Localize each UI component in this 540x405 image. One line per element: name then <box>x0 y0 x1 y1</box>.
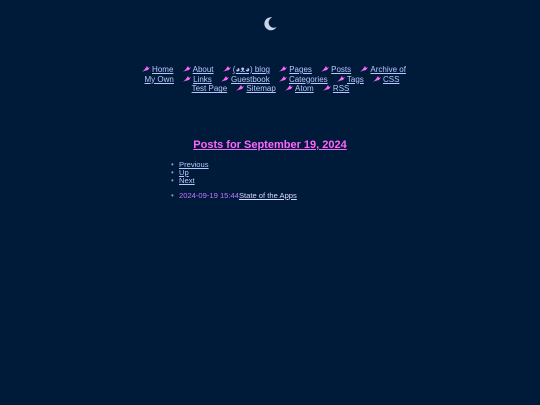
bird-icon <box>321 66 330 72</box>
bird-icon <box>142 66 151 72</box>
bird-icon <box>279 66 288 72</box>
nav-item-about[interactable]: About <box>182 65 214 74</box>
nav-label: Guestbook <box>231 74 270 84</box>
nav-item-guestbook[interactable]: Guestbook <box>220 75 270 84</box>
bird-icon <box>222 66 231 72</box>
nav-item-links[interactable]: Links <box>182 75 212 84</box>
bird-icon <box>221 75 230 82</box>
post-timestamp: 2024-09-19 15:44 <box>179 191 239 200</box>
next-link[interactable]: Next <box>179 176 195 185</box>
nav-item-posts[interactable]: Posts <box>320 65 351 74</box>
nav-label: RSS <box>332 84 350 94</box>
nav-label: Posts <box>331 65 352 74</box>
bird-icon <box>236 85 245 92</box>
nav-label: About <box>192 65 214 74</box>
nav-item-home[interactable]: Home <box>141 65 173 74</box>
bird-icon <box>373 75 382 82</box>
post-link[interactable]: State of the Apps <box>239 191 297 200</box>
list-item: Next <box>171 176 209 186</box>
nav-item-sitemap[interactable]: Sitemap <box>235 84 276 94</box>
page-title[interactable]: Posts for September 19, 2024 <box>0 139 540 151</box>
nav-label: Links <box>193 74 212 84</box>
nav-label: Home <box>152 65 174 74</box>
crescent-moon-icon <box>264 17 277 31</box>
post-list: 2024-09-19 15:44State of the Apps <box>171 191 297 201</box>
nav-label: Categories <box>288 74 328 84</box>
bird-icon <box>182 66 191 72</box>
nav-label: Atom <box>295 84 314 94</box>
nav-label: Sitemap <box>246 84 276 94</box>
list-item: Previous <box>171 161 209 170</box>
nav-item-rss[interactable]: RSS <box>322 84 349 93</box>
bird-icon <box>285 85 294 92</box>
nav-item-atom[interactable]: Atom <box>284 84 314 93</box>
nav-label: Tags <box>346 74 364 84</box>
bird-icon <box>278 75 287 82</box>
nav-item-pages[interactable]: Pages <box>278 65 312 74</box>
site-nav: Home About (◕ᴥ◕) blog Pages Posts Archiv… <box>137 65 407 94</box>
nav-label: (◕ᴥ◕) blog <box>232 65 270 74</box>
bird-icon <box>360 66 369 72</box>
page: Home About (◕ᴥ◕) blog Pages Posts Archiv… <box>0 0 540 405</box>
post-item: 2024-09-19 15:44State of the Apps <box>171 191 297 201</box>
nav-item-blog[interactable]: (◕ᴥ◕) blog <box>222 65 270 74</box>
bird-icon <box>183 75 192 82</box>
nav-label: Pages <box>289 65 312 74</box>
nav-item-categories[interactable]: Categories <box>278 75 328 84</box>
nav-item-tags[interactable]: Tags <box>336 75 364 84</box>
bird-icon <box>322 85 331 92</box>
bird-icon <box>336 75 345 82</box>
pager-links: Previous Up Next <box>171 161 209 186</box>
